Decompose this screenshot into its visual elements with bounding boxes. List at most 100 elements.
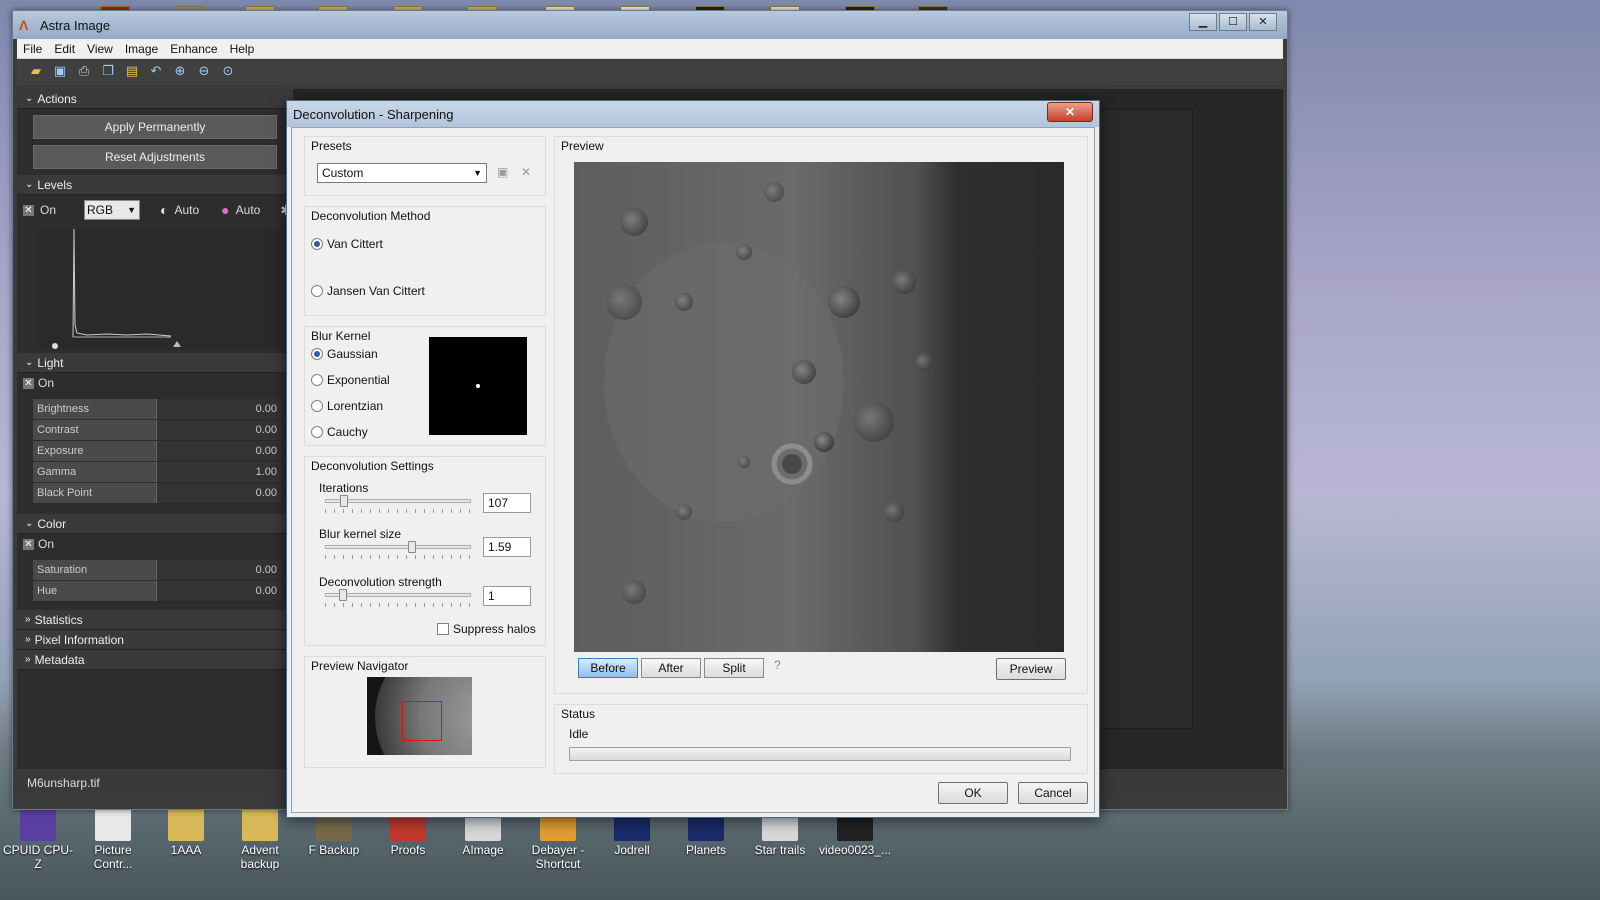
after-button[interactable]: After xyxy=(641,658,701,678)
presets-group: Presets Custom ▼ ▣ ✕ xyxy=(304,136,546,196)
ok-button[interactable]: OK xyxy=(938,782,1008,804)
save-preset-icon[interactable]: ▣ xyxy=(497,165,508,179)
iterations-input[interactable]: 107 xyxy=(483,493,531,513)
channel-value: RGB xyxy=(87,203,114,217)
blur-kernel-group: Blur Kernel Gaussian Exponential Lorentz… xyxy=(304,326,546,446)
strength-slider-thumb[interactable] xyxy=(339,589,347,601)
blur-kernel-size-slider-thumb[interactable] xyxy=(408,541,416,553)
preview-button[interactable]: Preview xyxy=(996,658,1066,680)
status-title: Status xyxy=(561,707,596,721)
contrast-icon[interactable]: ◐ xyxy=(160,202,168,218)
apply-permanently-button[interactable]: Apply Permanently xyxy=(33,115,277,139)
maximize-button[interactable]: ☐ xyxy=(1219,13,1247,31)
color-on-checkbox[interactable]: ✕ xyxy=(23,538,34,550)
saturation-slider[interactable]: Saturation 0.00 xyxy=(33,560,281,581)
channel-select[interactable]: RGB ▼ xyxy=(84,200,141,220)
chevron-down-icon: ⌄ xyxy=(25,179,34,190)
color-header[interactable]: ⌄ Color xyxy=(17,514,293,534)
copy-icon[interactable]: ❐ xyxy=(99,63,117,81)
preview-image[interactable] xyxy=(574,162,1064,652)
print-icon[interactable]: ⎙ xyxy=(75,63,93,81)
auto-color-label[interactable]: Auto xyxy=(236,203,261,217)
menu-image[interactable]: Image xyxy=(119,42,164,56)
gamma-slider[interactable]: Gamma 1.00 xyxy=(33,462,281,483)
pixel-information-header[interactable]: » Pixel Information xyxy=(17,630,293,650)
method-jansen-van-cittert[interactable]: Jansen Van Cittert xyxy=(311,284,425,298)
radio-selected[interactable] xyxy=(311,238,323,250)
suppress-halos-checkbox[interactable] xyxy=(437,623,449,635)
desktop-shortcut[interactable]: Picture Contr... xyxy=(75,805,151,871)
kernel-lorentzian[interactable]: Lorentzian xyxy=(311,399,383,413)
toolbar: ▰ ▣ ⎙ ❐ ▤ ↶ ⊕ ⊖ ⊙ xyxy=(17,59,1283,85)
radio[interactable] xyxy=(311,426,323,438)
statistics-header[interactable]: » Statistics xyxy=(17,610,293,630)
navigator-thumbnail[interactable] xyxy=(367,677,472,755)
iterations-slider-thumb[interactable] xyxy=(340,495,348,507)
levels-controls: ✕ On RGB ▼ ◐ Auto ● Auto ✱ xyxy=(17,195,293,225)
main-titlebar[interactable]: Ʌ Astra Image ▁ ☐ ✕ xyxy=(13,11,1287,39)
minimize-button[interactable]: ▁ xyxy=(1189,13,1217,31)
blur-kernel-size-input[interactable]: 1.59 xyxy=(483,537,531,557)
paste-icon[interactable]: ▤ xyxy=(123,63,141,81)
presets-select[interactable]: Custom ▼ xyxy=(317,163,487,183)
zoom-out-icon[interactable]: ⊖ xyxy=(195,63,213,81)
reset-adjustments-button[interactable]: Reset Adjustments xyxy=(33,145,277,169)
split-button[interactable]: Split xyxy=(704,658,764,678)
levels-on-checkbox[interactable]: ✕ xyxy=(23,204,34,216)
presets-value: Custom xyxy=(322,166,364,180)
menu-edit[interactable]: Edit xyxy=(48,42,81,56)
preview-title: Preview xyxy=(561,139,604,153)
close-button[interactable]: ✕ xyxy=(1249,13,1277,31)
actions-header[interactable]: ⌄ Actions xyxy=(17,89,293,109)
help-icon[interactable]: ? xyxy=(774,658,781,672)
iterations-label: Iterations xyxy=(319,481,369,495)
undo-icon[interactable]: ↶ xyxy=(147,63,165,81)
menu-view[interactable]: View xyxy=(81,42,119,56)
open-icon[interactable]: ▰ xyxy=(27,63,45,81)
shortcut-label: video0023_... xyxy=(818,843,892,857)
radio[interactable] xyxy=(311,285,323,297)
contrast-slider[interactable]: Contrast 0.00 xyxy=(33,420,281,441)
desktop-shortcut[interactable]: 1AAA xyxy=(148,805,224,857)
menu-enhance[interactable]: Enhance xyxy=(164,42,223,56)
auto-levels-label[interactable]: Auto xyxy=(174,203,199,217)
menu-help[interactable]: Help xyxy=(224,42,261,56)
light-on-checkbox[interactable]: ✕ xyxy=(23,377,34,389)
exposure-slider[interactable]: Exposure 0.00 xyxy=(33,441,281,462)
dialog-close-button[interactable]: ✕ xyxy=(1047,102,1093,122)
levels-header[interactable]: ⌄ Levels xyxy=(17,175,293,195)
navigator-group: Preview Navigator xyxy=(304,656,546,768)
kernel-cauchy[interactable]: Cauchy xyxy=(311,425,368,439)
delete-preset-icon[interactable]: ✕ xyxy=(521,165,531,179)
metadata-header[interactable]: » Metadata xyxy=(17,650,293,670)
desktop-shortcut[interactable]: CPUID CPU-Z xyxy=(0,805,76,871)
kernel-exponential[interactable]: Exponential xyxy=(311,373,390,387)
blur-kernel-size-slider[interactable] xyxy=(325,545,471,549)
zoom-fit-icon[interactable]: ⊙ xyxy=(219,63,237,81)
dialog-titlebar[interactable]: Deconvolution - Sharpening xyxy=(287,101,1099,127)
strength-ticks xyxy=(325,603,471,607)
navigator-view-rect[interactable] xyxy=(402,701,442,741)
radio[interactable] xyxy=(311,400,323,412)
menu-file[interactable]: File xyxy=(17,42,48,56)
light-title: Light xyxy=(37,355,64,370)
radio[interactable] xyxy=(311,374,323,386)
hue-slider[interactable]: Hue 0.00 xyxy=(33,581,281,602)
color-wheel-icon[interactable]: ● xyxy=(221,202,229,218)
hue-label: Hue xyxy=(33,581,157,601)
metadata-title: Metadata xyxy=(34,652,85,667)
cancel-button[interactable]: Cancel xyxy=(1018,782,1088,804)
light-header[interactable]: ⌄ Light xyxy=(17,353,293,373)
exposure-value: 0.00 xyxy=(255,445,277,457)
zoom-in-icon[interactable]: ⊕ xyxy=(171,63,189,81)
method-van-cittert[interactable]: Van Cittert xyxy=(311,237,383,251)
saturation-label: Saturation xyxy=(33,560,157,580)
radio-selected[interactable] xyxy=(311,348,323,360)
kernel-gaussian[interactable]: Gaussian xyxy=(311,347,378,361)
black-point-slider[interactable]: Black Point 0.00 xyxy=(33,483,281,504)
brightness-slider[interactable]: Brightness 0.00 xyxy=(33,399,281,420)
before-button[interactable]: Before xyxy=(578,658,638,678)
strength-input[interactable]: 1 xyxy=(483,586,531,606)
chevron-down-icon: ▼ xyxy=(127,205,137,215)
save-icon[interactable]: ▣ xyxy=(51,63,69,81)
